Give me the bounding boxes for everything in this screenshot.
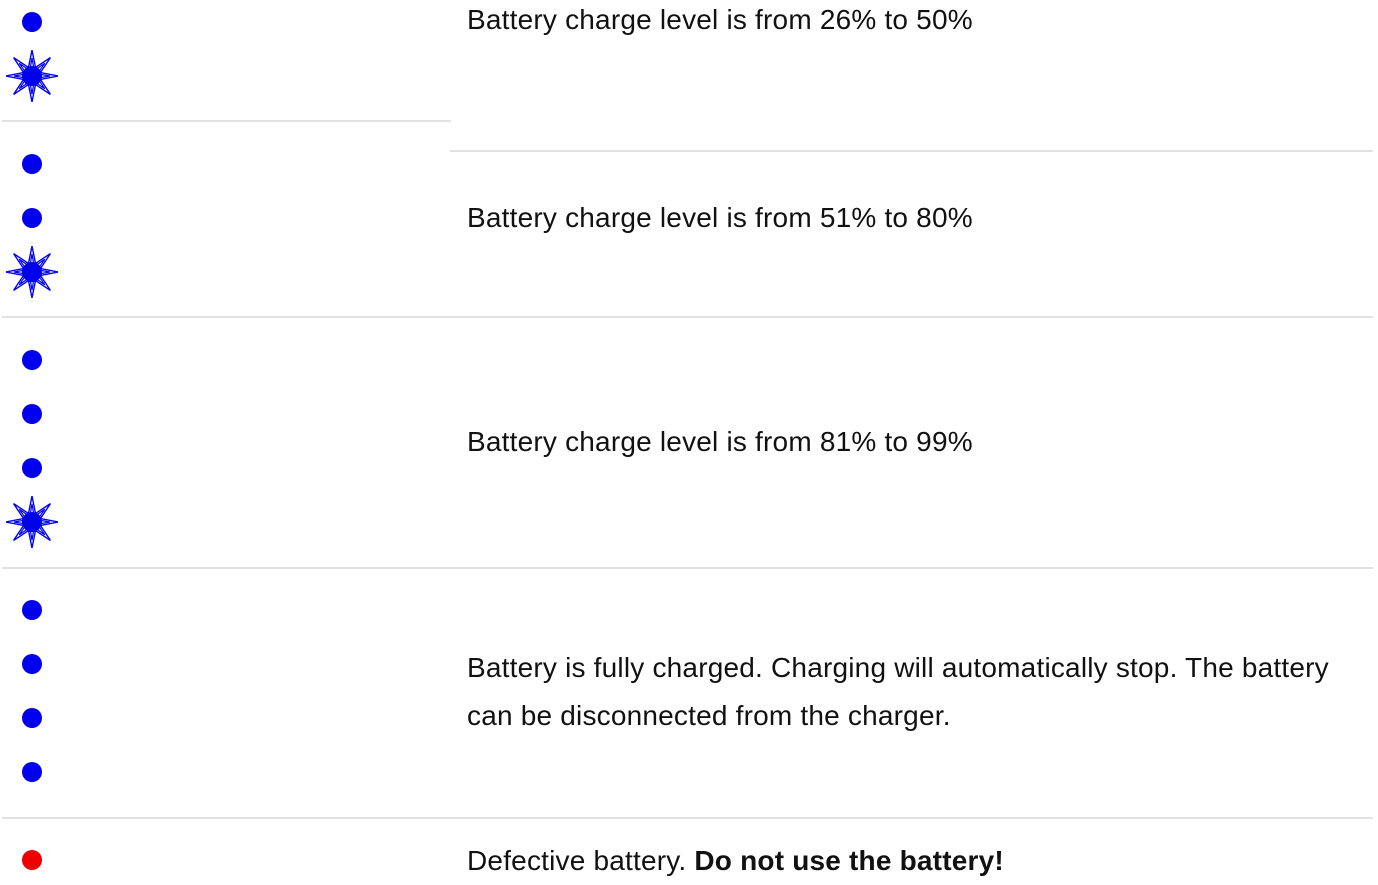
row-divider [450, 150, 1373, 152]
description-text: Battery charge level is from 26% to 50% [467, 4, 973, 35]
led-dot-icon [22, 762, 42, 782]
row-divider [2, 316, 1373, 318]
flashing-led-icon [6, 246, 58, 298]
led-dot-icon [22, 12, 42, 32]
description-text-line: can be disconnected from the charger. [467, 700, 951, 731]
led-dot-icon [22, 654, 42, 674]
row-divider [2, 817, 1373, 819]
row-divider [2, 567, 1373, 569]
row-description: Battery charge level is from 81% to 99% [467, 418, 1357, 466]
row-description: Battery charge level is from 51% to 80% [467, 194, 1357, 242]
flashing-led-icon [6, 50, 58, 102]
led-dot-icon [22, 154, 42, 174]
red-led-dot-icon [22, 850, 42, 870]
led-dot-icon [22, 404, 42, 424]
warning-text: Do not use the battery! [694, 845, 1004, 876]
row-description: Defective battery. Do not use the batter… [467, 837, 1357, 885]
led-dot-icon [22, 208, 42, 228]
led-dot-icon [22, 600, 42, 620]
row-divider [2, 120, 451, 122]
flashing-led-icon [6, 496, 58, 548]
row-description: Battery charge level is from 26% to 50% [467, 0, 1357, 44]
row-description: Battery is fully charged. Charging will … [467, 644, 1357, 740]
description-text: Battery charge level is from 81% to 99% [467, 426, 973, 457]
led-dot-icon [22, 350, 42, 370]
description-text-line: Battery is fully charged. Charging will … [467, 652, 1329, 683]
description-text: Defective battery. [467, 845, 687, 876]
description-text: Battery charge level is from 51% to 80% [467, 202, 973, 233]
led-dot-icon [22, 458, 42, 478]
led-dot-icon [22, 708, 42, 728]
